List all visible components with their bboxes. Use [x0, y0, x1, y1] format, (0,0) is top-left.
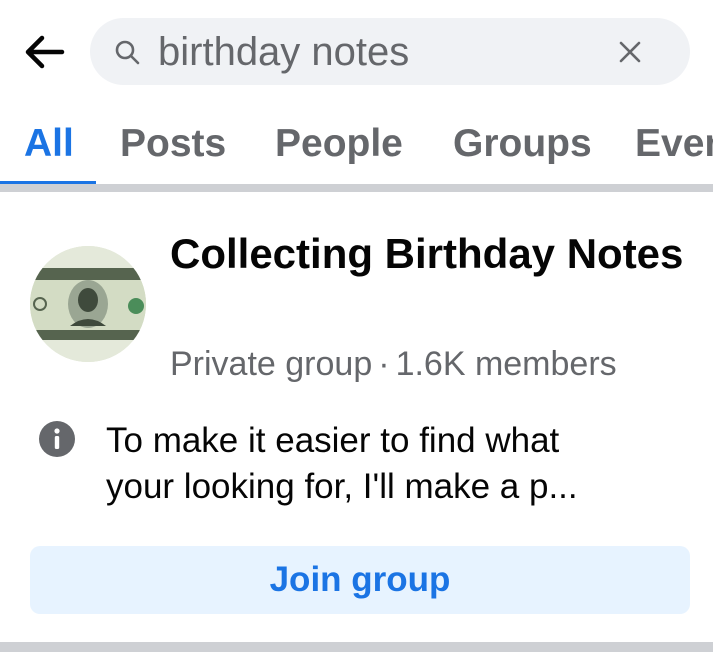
- tab-all[interactable]: All: [24, 122, 74, 166]
- tab-groups[interactable]: Groups: [453, 122, 592, 166]
- group-result-card[interactable]: Collecting Birthday Notes Private group ·…: [0, 192, 713, 642]
- snippet-line-2: your looking for, I'll make a p...: [106, 467, 578, 506]
- filter-tabs: All Posts People Groups Even: [0, 104, 713, 184]
- dollar-bill-image: [30, 246, 146, 362]
- tab-posts[interactable]: Posts: [120, 122, 226, 166]
- search-header: birthday notes: [0, 0, 713, 104]
- group-avatar[interactable]: [30, 246, 146, 362]
- section-divider-bottom: [0, 642, 713, 652]
- section-divider: [0, 184, 713, 192]
- join-group-button[interactable]: Join group: [30, 546, 690, 614]
- tab-events[interactable]: Even: [635, 122, 713, 166]
- search-query[interactable]: birthday notes: [158, 30, 409, 74]
- group-meta: Private group · 1.6K members: [170, 344, 617, 384]
- tab-people[interactable]: People: [275, 122, 403, 166]
- meta-separator: ·: [378, 345, 390, 383]
- group-member-count: 1.6K members: [395, 345, 617, 383]
- magnifier-icon: [115, 40, 140, 65]
- search-input[interactable]: birthday notes: [90, 18, 690, 85]
- group-privacy: Private group: [170, 345, 373, 383]
- info-icon: [39, 421, 75, 457]
- clear-search-button[interactable]: [610, 32, 650, 72]
- group-title[interactable]: Collecting Birthday Notes: [170, 226, 690, 282]
- arrow-left-icon: [25, 35, 65, 69]
- back-button[interactable]: [20, 28, 68, 76]
- group-description-snippet: To make it easier to find what your look…: [106, 418, 686, 510]
- snippet-line-1: To make it easier to find what: [106, 421, 560, 460]
- close-icon: [619, 41, 641, 63]
